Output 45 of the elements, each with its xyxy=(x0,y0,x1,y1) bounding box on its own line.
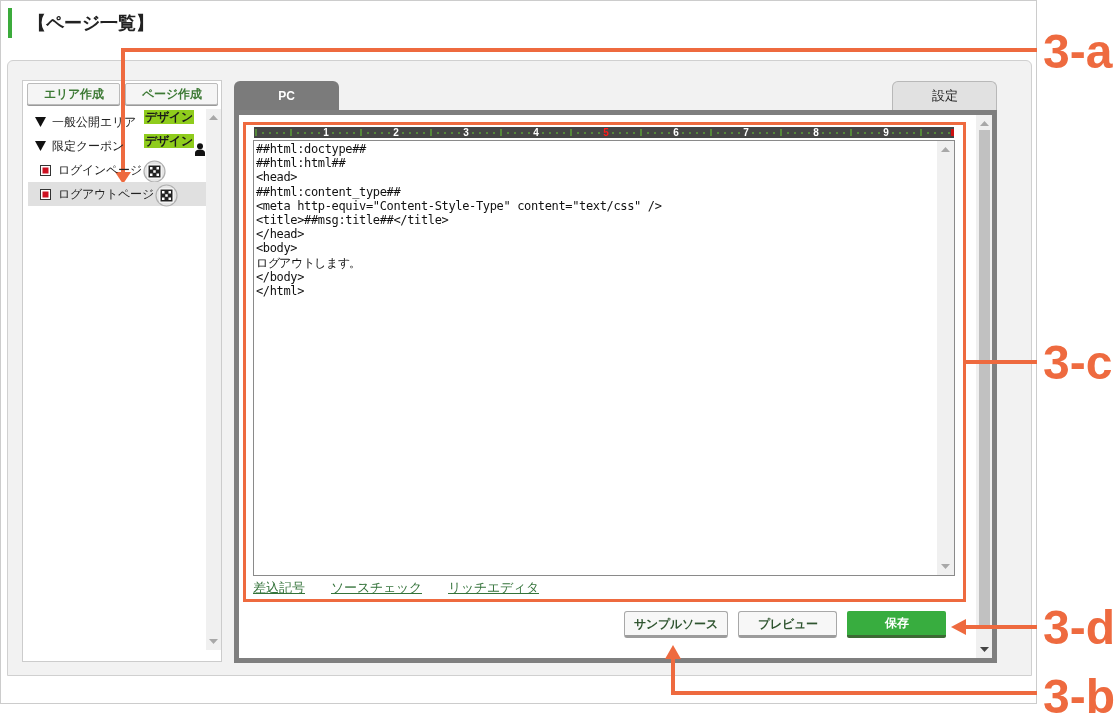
ruler-number: 4 xyxy=(533,127,539,138)
square-icon xyxy=(40,164,51,176)
callout-label: 3-a xyxy=(1043,34,1113,70)
square-icon xyxy=(40,188,51,200)
tree-item[interactable]: 一般公開エリア デザイン xyxy=(28,110,206,134)
tab[interactable]: PC xyxy=(234,81,339,110)
link[interactable]: リッチエディタ xyxy=(448,579,539,596)
ruler-number: 7 xyxy=(743,127,749,138)
create-button[interactable]: エリア作成 xyxy=(27,83,120,105)
dice-icon[interactable] xyxy=(155,184,178,207)
dice-icon[interactable] xyxy=(143,160,166,183)
callout-label: 3-d xyxy=(1043,610,1115,646)
callout-line xyxy=(966,360,1037,364)
scrollbar[interactable] xyxy=(976,115,992,658)
create-button[interactable]: ページ作成 xyxy=(125,83,218,105)
scrollbar[interactable] xyxy=(937,141,954,575)
scroll-up-icon[interactable] xyxy=(209,115,218,120)
scroll-down-icon[interactable] xyxy=(979,647,989,652)
design-badge: デザイン xyxy=(144,134,194,148)
scrollbar-thumb[interactable] xyxy=(978,130,990,627)
design-badge: デザイン xyxy=(144,110,194,124)
callout-label: 3-b xyxy=(1043,679,1115,715)
ruler-number: 9 xyxy=(883,127,889,138)
link[interactable]: ソースチェック xyxy=(331,579,422,596)
ruler-number: 3 xyxy=(463,127,469,138)
ruler-number: 5 xyxy=(603,127,609,138)
ruler-number: 6 xyxy=(673,127,679,138)
page-title: 【ページ一覧】 xyxy=(28,12,154,35)
expanded-triangle-icon[interactable] xyxy=(35,117,46,127)
code-editor[interactable]: ##html:doctype## ##html:html## <head> ##html:content_type## <meta http-equiv="Content-Style-Type" content="text/css" /> <title>##msg:title##</title> </head> <body> ログアウトします。 </body> </html> xyxy=(253,140,955,576)
action-button[interactable]: プレビュー xyxy=(738,611,837,638)
action-button[interactable]: サンプルソース xyxy=(624,611,728,638)
ruler-number: 2 xyxy=(393,127,399,138)
link[interactable]: 差込記号 xyxy=(253,579,305,596)
ruler-number: 1 xyxy=(323,127,329,138)
tab[interactable]: 設定 xyxy=(892,81,997,110)
scroll-up-icon[interactable] xyxy=(941,147,950,152)
tree-item[interactable]: ログアウトページ xyxy=(28,182,206,206)
expanded-triangle-icon[interactable] xyxy=(35,141,46,151)
callout-label: 3-c xyxy=(1043,345,1113,381)
ruler-number: 8 xyxy=(813,127,819,138)
scrollbar[interactable] xyxy=(206,109,221,650)
title-accent-bar xyxy=(8,8,12,38)
code-text: ##html:doctype## ##html:html## <head> ##html:content_type## <meta http-equiv="Content-Style-Type" content="text/css" /> <title>##msg:title##</title> </head> <body> ログアウトします。 </body> </html> xyxy=(256,142,662,299)
scroll-up-icon[interactable] xyxy=(979,121,989,126)
